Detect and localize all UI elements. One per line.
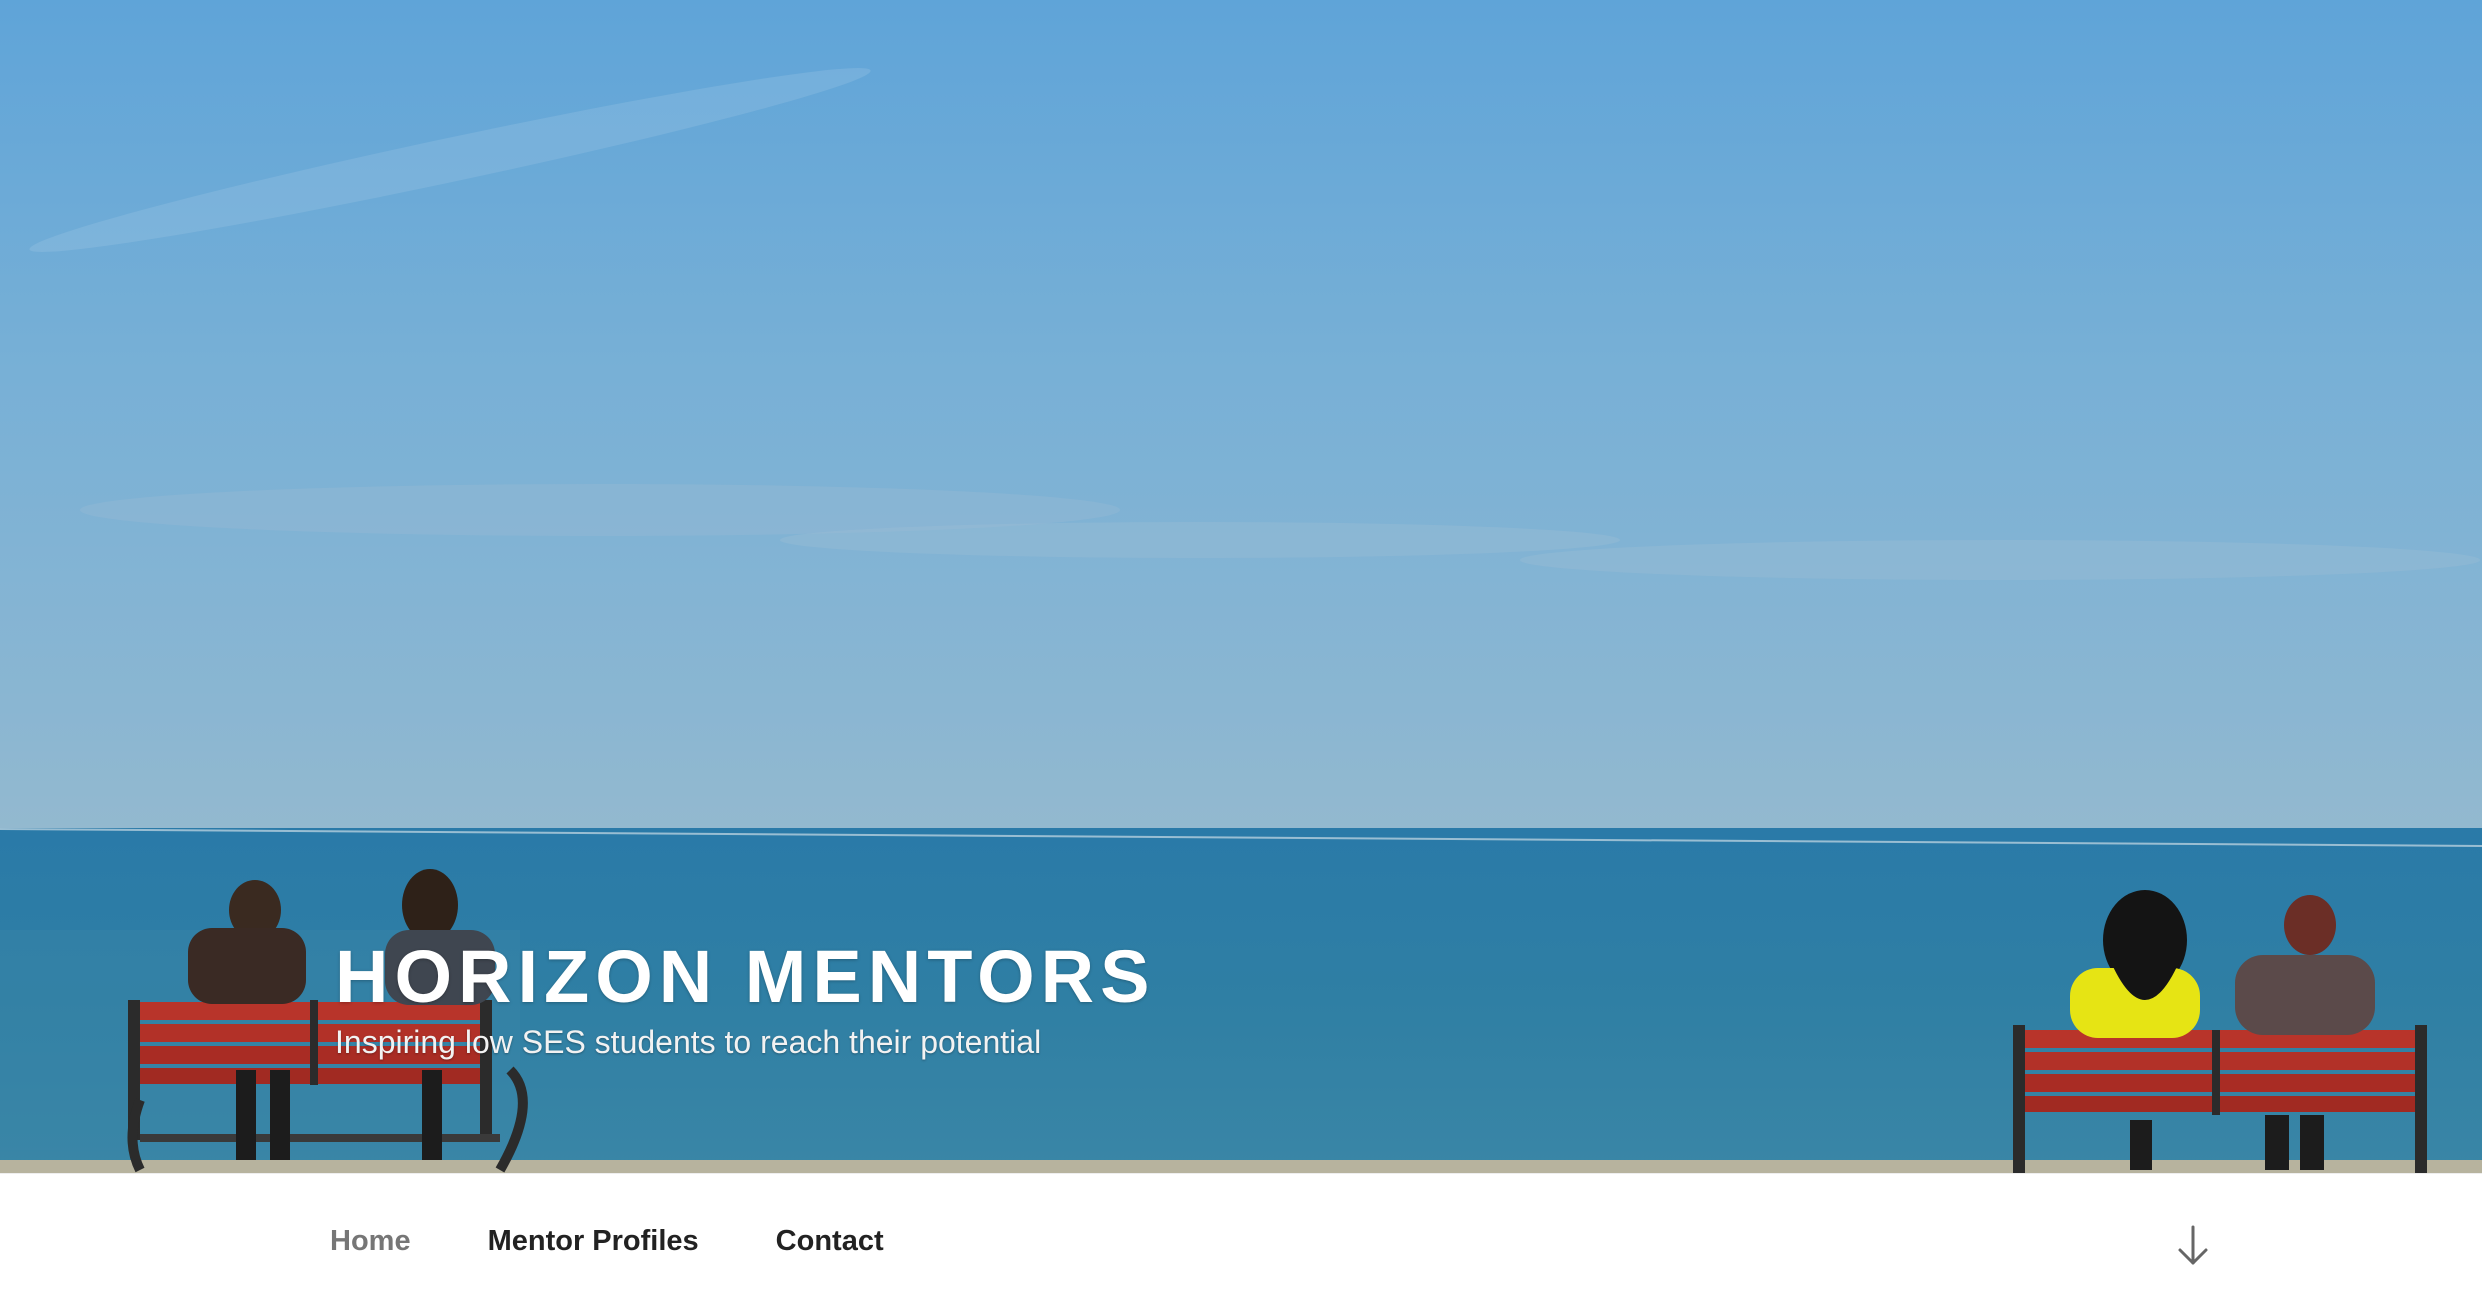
nav-item-mentor-profiles: Mentor Profiles bbox=[488, 1225, 699, 1258]
nav-link-home[interactable]: Home bbox=[330, 1225, 411, 1257]
site-title[interactable]: HORIZON MENTORS bbox=[335, 938, 1155, 1016]
nav-link-contact[interactable]: Contact bbox=[776, 1225, 884, 1257]
nav-item-contact: Contact bbox=[776, 1225, 884, 1258]
main-navigation: Home Mentor Profiles Contact bbox=[0, 1173, 2482, 1309]
header-media: HORIZON MENTORS Inspiring low SES studen… bbox=[0, 0, 2482, 1173]
scroll-down-button[interactable] bbox=[2170, 1223, 2216, 1269]
nav-item-home: Home bbox=[330, 1225, 411, 1258]
site-branding: HORIZON MENTORS Inspiring low SES studen… bbox=[335, 938, 1155, 1061]
arrow-down-icon bbox=[2178, 1225, 2208, 1265]
site-description: Inspiring low SES students to reach thei… bbox=[335, 1023, 1042, 1060]
nav-link-mentor-profiles[interactable]: Mentor Profiles bbox=[488, 1225, 699, 1257]
nav-menu: Home Mentor Profiles Contact bbox=[330, 1174, 961, 1309]
